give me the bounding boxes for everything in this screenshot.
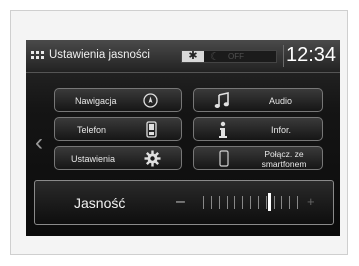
brightness-thumb[interactable] xyxy=(267,193,271,211)
brightness-tick xyxy=(273,196,275,209)
smartphone-label-line2: smartfonem xyxy=(261,159,307,169)
brightness-tick xyxy=(297,196,298,209)
gear-icon xyxy=(144,150,161,167)
brightness-label: Jasność xyxy=(74,195,126,211)
info-button[interactable]: Infor. xyxy=(193,117,323,141)
brightness-plus-button[interactable]: + xyxy=(307,194,315,209)
smartphone-label-line1: Połącz. ze xyxy=(264,149,304,159)
brightness-control: Jasność – + xyxy=(34,180,334,225)
compass-icon xyxy=(143,93,158,108)
smartphone-connect-button[interactable]: Połącz. ze smartfonem xyxy=(193,146,323,170)
sun-icon[interactable]: ✱ xyxy=(182,51,204,62)
brightness-tick xyxy=(218,196,220,209)
brightness-tick xyxy=(234,196,236,209)
phone-button[interactable]: Telefon xyxy=(54,117,182,141)
clock: 12:34 xyxy=(286,44,337,66)
brightness-tick xyxy=(242,196,244,209)
audio-button[interactable]: Audio xyxy=(193,88,323,112)
brightness-tick xyxy=(210,196,212,209)
settings-label: Ustawienia xyxy=(71,154,116,164)
settings-button[interactable]: Ustawienia xyxy=(54,146,182,170)
brightness-tick xyxy=(281,196,283,209)
day-night-toggle[interactable]: ✱ ☾ OFF xyxy=(181,50,277,63)
brightness-tick xyxy=(250,196,251,209)
menu-grid-icon[interactable] xyxy=(31,51,45,61)
brightness-tick xyxy=(257,196,259,209)
navigation-button[interactable]: Nawigacja xyxy=(54,88,182,112)
off-label[interactable]: OFF xyxy=(228,52,244,61)
audio-label: Audio xyxy=(269,96,293,106)
moon-icon[interactable]: ☾ xyxy=(210,50,220,63)
smartphone-connect-label: Połącz. ze smartfonem xyxy=(254,149,314,169)
infotainment-screen: Ustawienia jasności ✱ ☾ OFF 12:34 ‹ Nawi… xyxy=(26,40,340,236)
music-note-icon xyxy=(214,92,229,108)
header-divider xyxy=(283,45,284,67)
page-title: Ustawienia jasności xyxy=(49,49,150,61)
brightness-tick xyxy=(289,196,291,209)
phone-label: Telefon xyxy=(77,125,107,135)
header-bar: Ustawienia jasności ✱ ☾ OFF 12:34 xyxy=(26,40,340,73)
navigation-label: Nawigacja xyxy=(75,96,117,106)
brightness-minus-button[interactable]: – xyxy=(176,193,185,211)
back-arrow-icon[interactable]: ‹ xyxy=(35,131,43,155)
brightness-tick xyxy=(203,196,204,209)
brightness-tick xyxy=(265,196,267,209)
smartphone-icon xyxy=(219,150,229,167)
info-icon xyxy=(219,121,227,138)
phone-icon xyxy=(146,121,157,138)
info-label: Infor. xyxy=(271,125,292,135)
brightness-tick xyxy=(226,196,228,209)
